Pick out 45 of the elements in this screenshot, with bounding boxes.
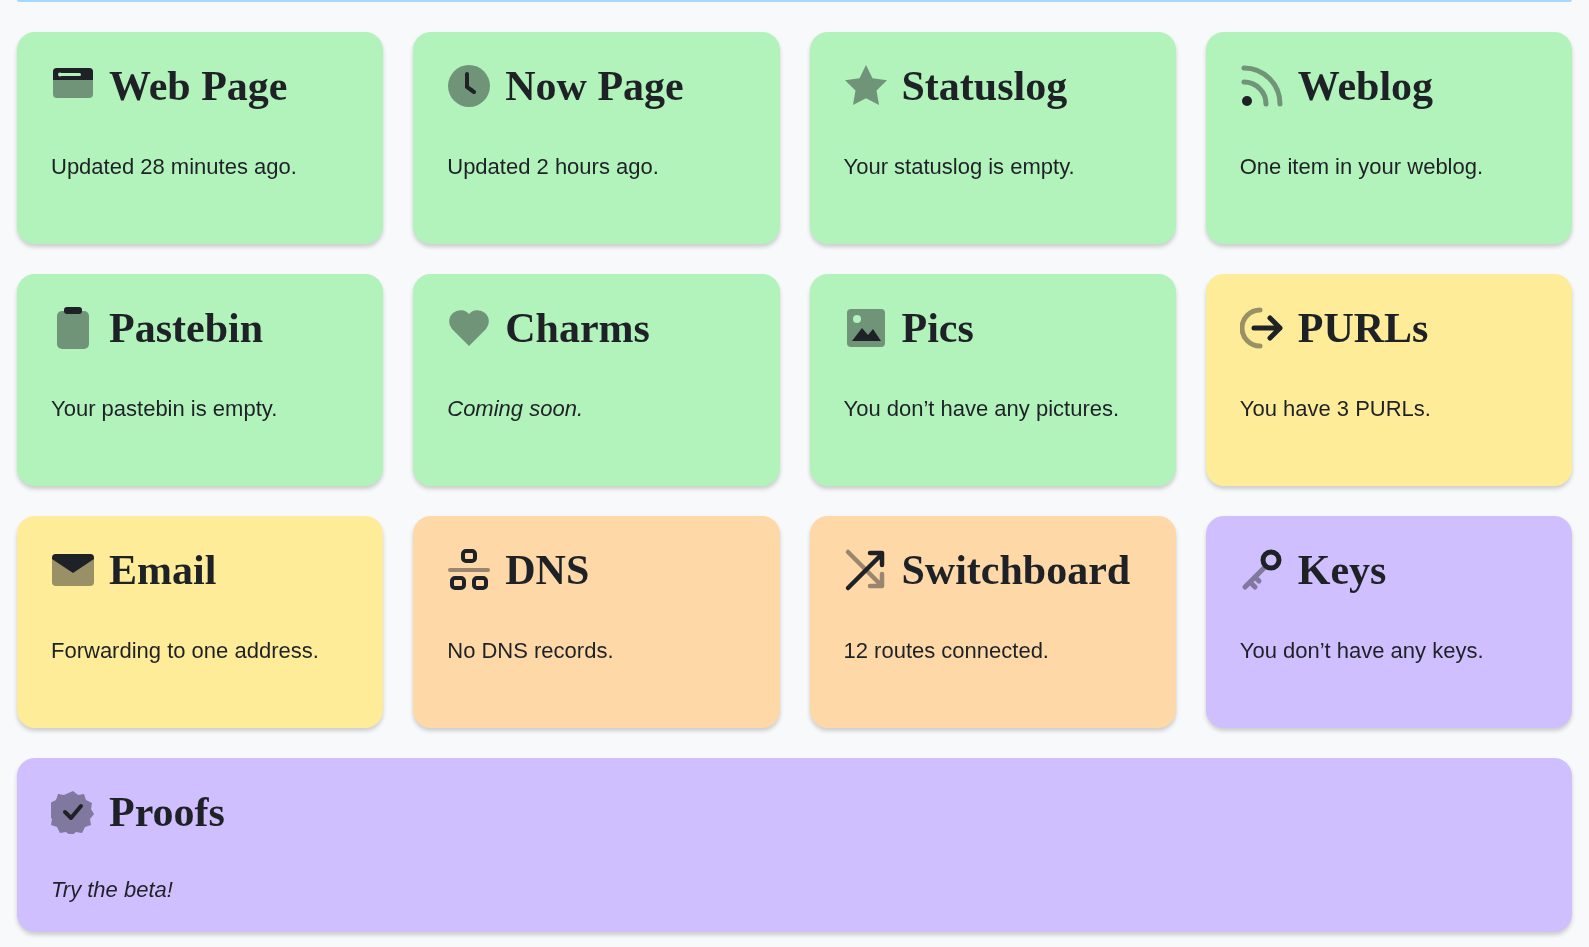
card-title: Statuslog <box>901 65 1068 107</box>
service-card[interactable]: Charms Coming soon. <box>413 274 780 486</box>
arrow-icon <box>1239 306 1284 350</box>
service-card[interactable]: Switchboard 12 routes connected. <box>809 516 1176 728</box>
card-title: Keys <box>1297 549 1387 591</box>
network-icon <box>447 548 492 592</box>
service-card[interactable]: Statuslog Your statuslog is empty. <box>809 32 1176 244</box>
service-card[interactable]: Weblog One item in your weblog. <box>1205 32 1572 244</box>
card-status: Updated 28 minutes ago. <box>51 153 298 181</box>
service-card[interactable]: DNS No DNS records. <box>413 516 780 728</box>
clock-icon <box>447 64 492 108</box>
card-status: One item in your weblog. <box>1239 153 1485 181</box>
service-card[interactable]: Now Page Updated 2 hours ago. <box>413 32 780 244</box>
card-status: Your pastebin is empty. <box>51 395 279 423</box>
service-card[interactable]: Email Forwarding to one address. <box>17 516 384 728</box>
card-title: Pics <box>901 307 974 349</box>
service-card[interactable]: Pics You don’t have any pictures. <box>809 274 1176 486</box>
service-card[interactable]: PURLs You have 3 PURLs. <box>1205 274 1572 486</box>
card-title: Charms <box>505 307 650 349</box>
card-title: PURLs <box>1297 307 1429 349</box>
card-title: DNS <box>505 549 590 591</box>
service-card[interactable]: Keys You don’t have any keys. <box>1205 516 1572 728</box>
service-card[interactable]: Pastebin Your pastebin is empty. <box>17 274 384 486</box>
card-title: Proofs <box>109 791 225 833</box>
card-title: Weblog <box>1297 65 1434 107</box>
card-status: Coming soon. <box>447 395 584 423</box>
card-title: Web Page <box>109 65 288 107</box>
card-title: Email <box>109 549 217 591</box>
card-status: Forwarding to one address. <box>51 637 320 665</box>
card-status: You don’t have any pictures. <box>843 395 1121 423</box>
card-status: You don’t have any keys. <box>1239 637 1485 665</box>
rss-feed-icon <box>1239 64 1284 108</box>
verified-badge-icon <box>51 790 95 834</box>
service-card[interactable]: Proofs Try the beta! <box>17 758 1572 932</box>
card-title: Pastebin <box>109 307 263 349</box>
star-icon <box>843 64 888 108</box>
card-status: You have 3 PURLs. <box>1239 395 1432 423</box>
card-status: Updated 2 hours ago. <box>447 153 660 181</box>
service-card[interactable]: Web Page Updated 28 minutes ago. <box>17 32 384 244</box>
card-status: Try the beta! <box>51 876 174 904</box>
card-status: 12 routes connected. <box>843 637 1050 665</box>
card-status: Your statuslog is empty. <box>843 153 1076 181</box>
card-title: Now Page <box>505 65 684 107</box>
card-status: No DNS records. <box>447 637 615 665</box>
card-title: Switchboard <box>901 549 1131 591</box>
